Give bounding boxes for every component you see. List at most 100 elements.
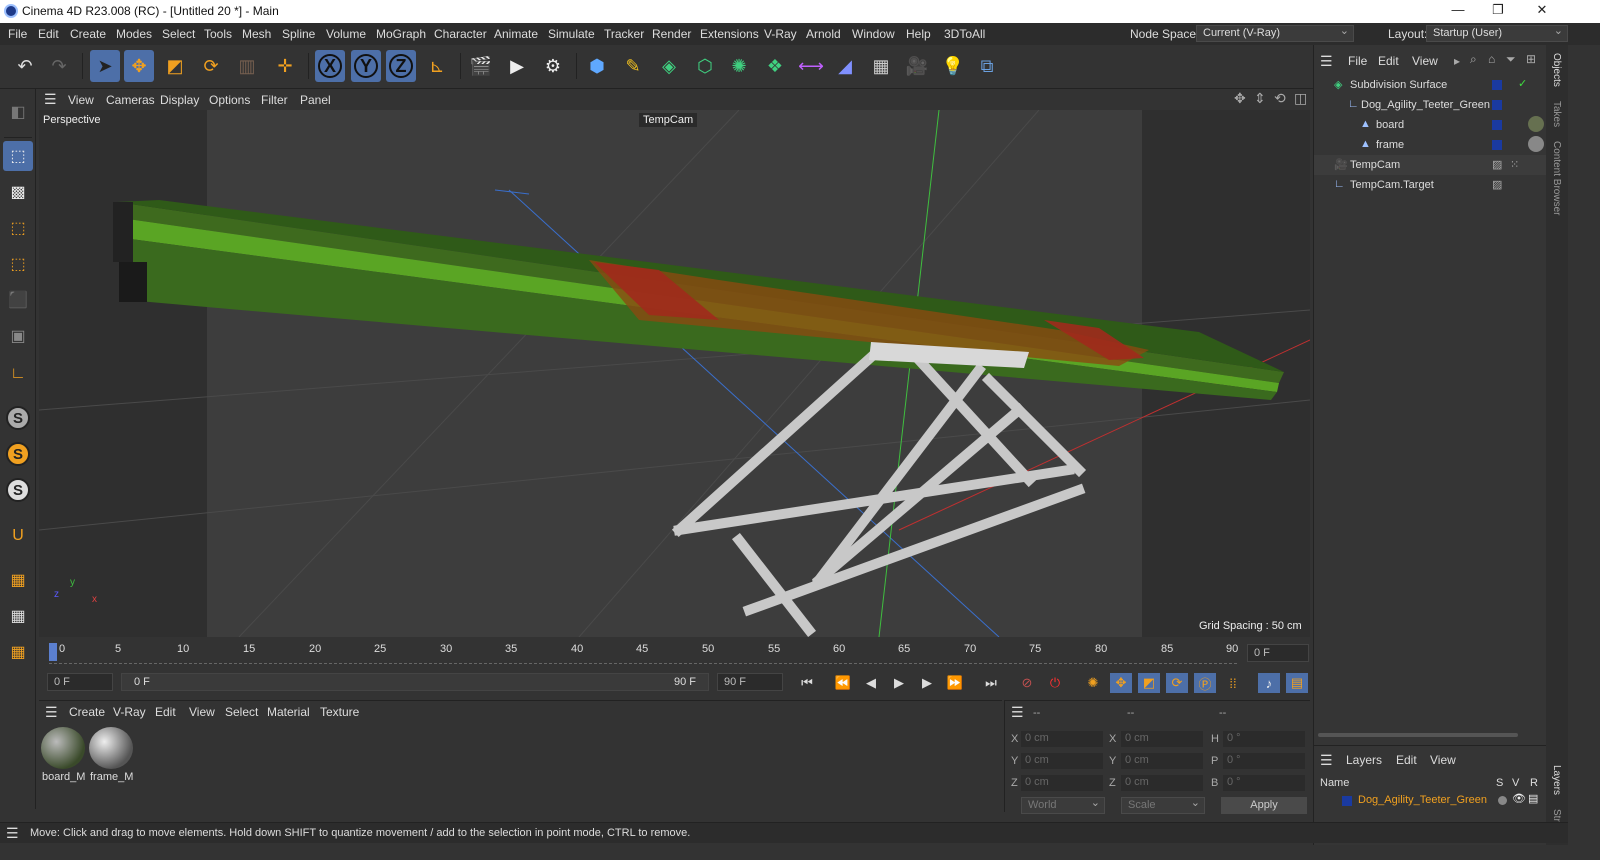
menu-vray[interactable]: V-Ray (764, 27, 797, 41)
layers-menu-view[interactable]: View (1430, 753, 1456, 767)
layout-select[interactable]: Startup (User) (1426, 24, 1568, 42)
size-x-field[interactable]: 0 cm (1121, 731, 1203, 747)
menu-edit[interactable]: Edit (38, 27, 59, 41)
objects-horizontal-scrollbar[interactable] (1318, 733, 1518, 737)
layer-edit-icon[interactable]: ▨ (1492, 158, 1502, 171)
menu-tools[interactable]: Tools (204, 27, 232, 41)
menu-arnold[interactable]: Arnold (806, 27, 841, 41)
redo-icon[interactable]: ↷ (44, 50, 74, 82)
position-y-field[interactable]: 0 cm (1021, 753, 1103, 769)
viewport-menu-cameras[interactable]: Cameras (106, 93, 155, 107)
record-position-icon[interactable]: ✥ (1110, 673, 1132, 693)
x-axis-lock-button[interactable]: X (315, 50, 345, 82)
recent-tool-icon[interactable]: ▥ (232, 50, 262, 82)
material-menu-create[interactable]: Create (69, 705, 105, 719)
menu-3dtoall[interactable]: 3DToAll (944, 27, 985, 41)
viewport-zoom-icon[interactable]: ⇕ (1254, 90, 1266, 107)
move-tool-icon[interactable]: ✥ (124, 50, 154, 82)
coordinates-menu-hamburger-icon[interactable]: ☰ (1011, 704, 1024, 721)
current-frame-field[interactable]: 0 F (1247, 644, 1309, 662)
material-menu-hamburger-icon[interactable]: ☰ (45, 704, 58, 721)
extrude-generator-icon[interactable]: ⬡ (690, 50, 720, 82)
menu-mograph[interactable]: MoGraph (376, 27, 426, 41)
timeline-window-icon[interactable]: ▤ (1286, 673, 1308, 693)
timeline-playhead[interactable] (49, 643, 57, 661)
3d-viewport[interactable]: Perspective TempCam Grid Spacing : 50 cm… (39, 110, 1310, 637)
layer-color-swatch[interactable] (1492, 80, 1502, 90)
menu-volume[interactable]: Volume (326, 27, 366, 41)
home-icon[interactable]: ⌂ (1488, 52, 1495, 66)
previous-key-icon[interactable]: ⏪ (832, 673, 854, 693)
workplane-rotate-icon[interactable]: ▦ (3, 637, 33, 667)
subdivision-surface-icon[interactable]: ◈ (654, 50, 684, 82)
layers-menu-hamburger-icon[interactable]: ☰ (1320, 752, 1333, 769)
viewport-rotate-icon[interactable]: ⟲ (1274, 90, 1286, 107)
cloner-icon[interactable]: ✺ (724, 50, 754, 82)
node-space-select[interactable]: Current (V-Ray) (1196, 24, 1354, 42)
filter-icon[interactable]: ⏷ (1506, 52, 1516, 67)
position-x-field[interactable]: 0 cm (1021, 731, 1103, 747)
start-frame-field[interactable]: 0 F (47, 673, 113, 691)
material-swatch-board[interactable] (41, 727, 85, 769)
undo-icon[interactable]: ↶ (10, 50, 40, 82)
objects-menu-file[interactable]: File (1348, 54, 1367, 68)
side-tab-takes[interactable]: Takes (1551, 101, 1562, 127)
menu-modes[interactable]: Modes (116, 27, 152, 41)
model-mode-icon[interactable]: ⬚ (3, 141, 33, 171)
axis-mode-icon[interactable]: ∟ (3, 359, 33, 389)
keyframe-selection-icon[interactable]: ✺ (1082, 673, 1104, 693)
texture-mode-icon[interactable]: ▩ (3, 177, 33, 207)
viewport-menu-options[interactable]: Options (209, 93, 250, 107)
menu-animate[interactable]: Animate (494, 27, 538, 41)
menu-simulate[interactable]: Simulate (548, 27, 595, 41)
object-row-dog-agility-teeter[interactable]: ∟ Dog_Agility_Teeter_Green (1314, 95, 1547, 115)
menu-extensions[interactable]: Extensions (700, 27, 759, 41)
locked-workplane-icon[interactable]: ▦ (3, 601, 33, 631)
floor-object-icon[interactable]: ▦ (866, 50, 896, 82)
record-rotation-icon[interactable]: ⟳ (1166, 673, 1188, 693)
size-z-field[interactable]: 0 cm (1121, 775, 1203, 791)
workplane-icon[interactable]: ▦ (3, 565, 33, 595)
menu-help[interactable]: Help (906, 27, 931, 41)
object-row-board[interactable]: ▲ board (1314, 115, 1547, 135)
rotation-p-field[interactable]: 0 ° (1223, 753, 1305, 769)
side-tab-structure[interactable]: Str (1551, 809, 1562, 822)
next-frame-icon[interactable]: ▶ (916, 673, 938, 693)
layer-color-swatch[interactable] (1492, 100, 1502, 110)
layer-solo-icon[interactable] (1498, 796, 1507, 805)
search-icon[interactable]: ⌕ (1470, 52, 1477, 67)
enabled-check-icon[interactable]: ✓ (1518, 77, 1527, 90)
minimize-button[interactable]: — (1448, 2, 1468, 20)
objects-menu-view[interactable]: View (1412, 54, 1438, 68)
viewport-menu-filter[interactable]: Filter (261, 93, 288, 107)
status-menu-hamburger-icon[interactable]: ☰ (6, 825, 19, 842)
scale-tool-icon[interactable]: ◩ (160, 50, 190, 82)
coordinate-space-select[interactable]: World (1021, 796, 1105, 814)
go-to-end-icon[interactable]: ⏭ (980, 673, 1002, 693)
end-frame-field[interactable]: 90 F (717, 673, 783, 691)
menu-mesh[interactable]: Mesh (242, 27, 271, 41)
material-tag-icon[interactable] (1528, 116, 1544, 132)
material-menu-select[interactable]: Select (225, 705, 258, 719)
make-editable-icon[interactable]: ◧ (3, 97, 33, 127)
go-to-start-icon[interactable]: ⏮ (796, 673, 818, 693)
new-window-icon[interactable]: ⊞ (1526, 52, 1536, 66)
material-tag-icon[interactable] (1528, 136, 1544, 152)
material-menu-view[interactable]: View (189, 705, 215, 719)
uv-mode-icon[interactable]: ▣ (3, 321, 33, 351)
viewport-maximize-icon[interactable]: ◫ (1294, 90, 1307, 107)
restore-button[interactable]: ❐ (1488, 2, 1508, 20)
material-swatch-frame[interactable] (89, 727, 133, 769)
edges-mode-icon[interactable]: ⬚ (3, 249, 33, 279)
menu-character[interactable]: Character (434, 27, 487, 41)
layer-render-icon[interactable]: ▤ (1528, 792, 1538, 805)
menu-file[interactable]: File (8, 27, 27, 41)
snap-settings-button[interactable]: S (3, 439, 33, 469)
rotation-b-field[interactable]: 0 ° (1223, 775, 1305, 791)
python-icon[interactable]: ⧉ (972, 50, 1002, 82)
viewport-menu-hamburger-icon[interactable]: ☰ (44, 91, 57, 108)
deformer-bend-icon[interactable]: ⟷ (796, 50, 826, 82)
objects-menu-more-icon[interactable]: ▸ (1454, 54, 1460, 68)
layer-color-swatch[interactable] (1492, 120, 1502, 130)
autokeying-icon[interactable]: ⏻ (1044, 673, 1066, 693)
